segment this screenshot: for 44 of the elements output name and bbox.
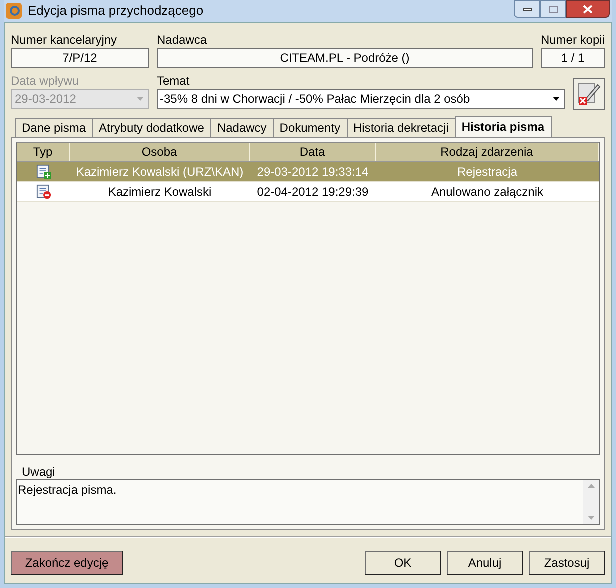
finish-editing-button[interactable]: Zakończ edycję xyxy=(11,551,123,575)
app-logo-icon xyxy=(6,3,22,19)
copy-number-field[interactable]: 1 / 1 xyxy=(541,48,605,68)
field-label: Numer kopii xyxy=(540,32,605,48)
close-icon xyxy=(583,4,593,14)
cancel-button[interactable]: Anuluj xyxy=(447,551,523,575)
tab[interactable]: Atrybuty dodatkowe xyxy=(92,118,212,137)
column-header[interactable]: Osoba xyxy=(70,143,250,161)
cancel-document-button[interactable] xyxy=(573,78,605,110)
scroll-up-icon[interactable] xyxy=(588,484,594,488)
column-header[interactable]: Typ xyxy=(17,143,70,161)
table-cell-text: 29-03-2012 19:33:14 xyxy=(256,164,370,180)
scroll-down-icon[interactable] xyxy=(588,516,594,520)
table-cell-text: Kazimierz Kowalski (URZ\KAN) xyxy=(75,164,245,180)
table-cell-text: Rejestracja xyxy=(456,164,519,180)
registry-number-field[interactable]: 7/P/12 xyxy=(11,48,149,68)
scrollbar[interactable] xyxy=(583,480,599,524)
close-button[interactable] xyxy=(566,0,610,18)
notes-field[interactable]: Rejestracja pisma. xyxy=(16,479,600,525)
notes-label: Uwagi xyxy=(21,464,56,479)
tab[interactable]: Nadawcy xyxy=(210,118,274,137)
table-cell-text: 02-04-2012 19:29:39 xyxy=(256,184,370,200)
field-label: Numer kancelaryjny xyxy=(11,32,118,48)
tab[interactable]: Historia pisma xyxy=(454,116,552,137)
document-remove-icon xyxy=(36,184,52,200)
apply-button[interactable]: Zastosuj xyxy=(529,551,605,575)
column-header[interactable]: Data xyxy=(250,143,376,161)
subject-combo[interactable]: -35% 8 dni w Chorwacji / -50% Pałac Mierzęcin dla 2 osób xyxy=(157,89,565,109)
tab[interactable]: Dane pisma xyxy=(15,118,94,137)
field-label: Nadawca xyxy=(157,32,208,48)
tab[interactable]: Dokumenty xyxy=(272,118,348,137)
window-title: Edycja pisma przychodzącego xyxy=(28,2,204,20)
document-edit-icon xyxy=(576,81,602,107)
minimize-button[interactable] xyxy=(514,0,540,18)
tab[interactable]: Historia dekretacji xyxy=(346,118,456,137)
field-label: Data wpływu xyxy=(11,73,80,89)
sender-field[interactable]: CITEAM.PL - Podróże () xyxy=(157,48,533,68)
column-header[interactable]: Rodzaj zdarzenia xyxy=(376,143,599,161)
table-cell-text: Anulowano załącznik xyxy=(430,184,545,200)
document-add-icon xyxy=(36,164,52,180)
field-label: Temat xyxy=(157,73,191,89)
table-cell-text: Kazimierz Kowalski xyxy=(107,184,213,200)
table-row[interactable]: Kazimierz Kowalski 02-04-2012 19:29:39 Anulowano załącznik xyxy=(17,182,599,202)
ok-button[interactable]: OK xyxy=(365,551,441,575)
